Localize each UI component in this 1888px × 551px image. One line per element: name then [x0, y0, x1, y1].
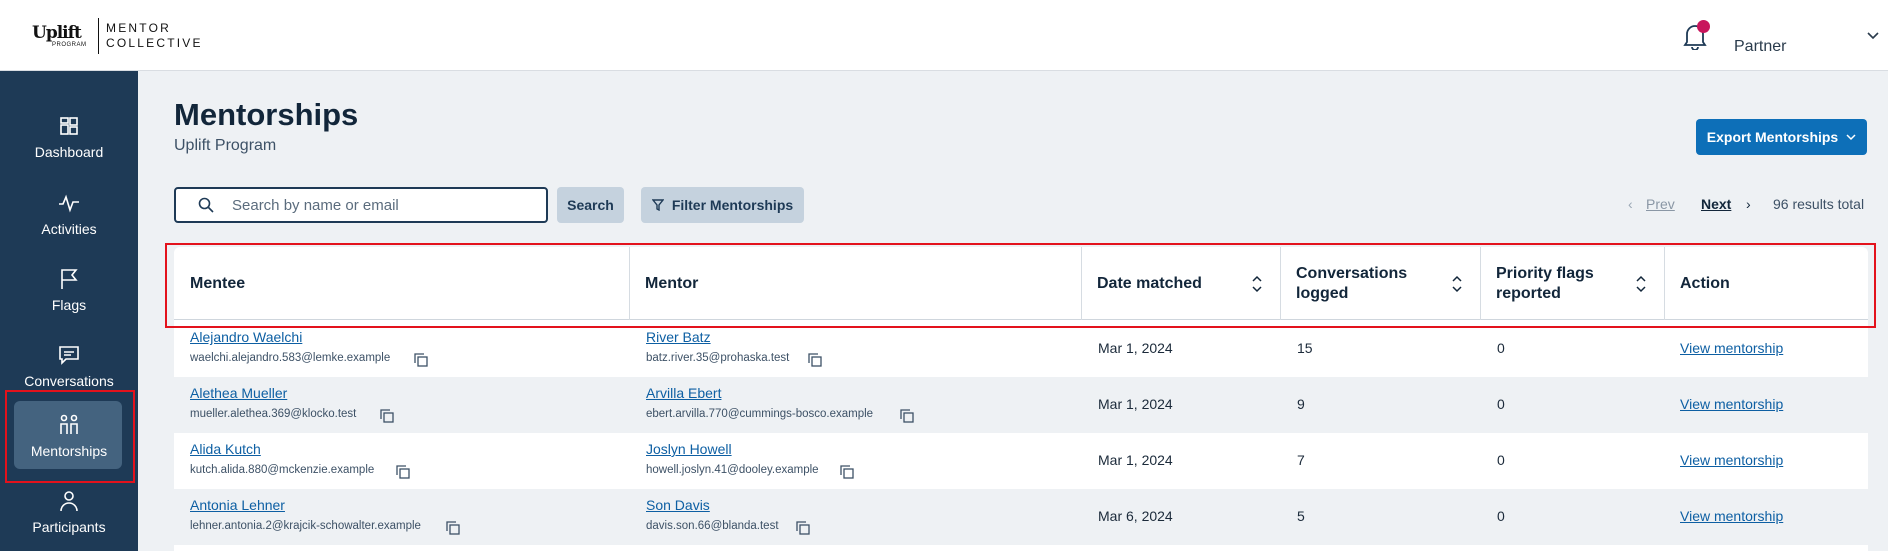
- flags-count: 0: [1497, 340, 1505, 356]
- flags-count: 0: [1497, 508, 1505, 524]
- copy-icon[interactable]: [414, 353, 428, 367]
- next-page-link[interactable]: Next: [1701, 196, 1731, 212]
- results-count: 96 results total: [1773, 196, 1865, 212]
- date-matched: Mar 1, 2024: [1098, 452, 1173, 468]
- date-matched: Mar 1, 2024: [1098, 396, 1173, 412]
- table-row: Alejandro Waelchi waelchi.alejandro.583@…: [174, 321, 1868, 377]
- copy-icon[interactable]: [808, 353, 822, 367]
- prev-page-link[interactable]: Prev: [1646, 196, 1675, 212]
- sidebar-item-label: Conversations: [24, 373, 114, 389]
- copy-icon[interactable]: [396, 465, 410, 479]
- sidebar-item-label: Activities: [41, 221, 97, 237]
- mentee-link[interactable]: Alethea Mueller: [190, 385, 287, 401]
- copy-icon[interactable]: [840, 465, 854, 479]
- mentee-link[interactable]: Alejandro Waelchi: [190, 329, 302, 345]
- copy-icon[interactable]: [380, 409, 394, 423]
- copy-icon[interactable]: [446, 521, 460, 535]
- view-mentorship-link[interactable]: View mentorship: [1680, 340, 1783, 356]
- view-mentorship-link[interactable]: View mentorship: [1680, 508, 1783, 524]
- user-menu-label[interactable]: Partner: [1734, 38, 1786, 56]
- sidebar-item-participants[interactable]: Participants: [0, 477, 138, 549]
- filter-label: Filter Mentorships: [671, 197, 794, 213]
- highlight-box-table-header: [165, 243, 1876, 328]
- page-title: Mentorships: [174, 97, 359, 132]
- table-row: Alida Kutch kutch.alida.880@mckenzie.exa…: [174, 433, 1868, 489]
- copy-icon[interactable]: [900, 409, 914, 423]
- mentee-email: kutch.alida.880@mckenzie.example: [190, 464, 375, 476]
- sidebar-item-label: Participants: [32, 519, 106, 535]
- date-matched: Mar 1, 2024: [1098, 340, 1173, 356]
- search-icon: [198, 197, 214, 213]
- mentor-collective-logo: MENTOR COLLECTIVE: [106, 21, 203, 50]
- date-matched: Mar 6, 2024: [1098, 508, 1173, 524]
- mentor-email: howell.joslyn.41@dooley.example: [646, 464, 819, 476]
- mentee-email: lehner.antonia.2@krajcik-schowalter.exam…: [190, 520, 421, 532]
- mentor-email: davis.son.66@blanda.test: [646, 520, 779, 532]
- export-mentorships-button[interactable]: Export Mentorships: [1696, 119, 1867, 155]
- mentor-link[interactable]: Son Davis: [646, 497, 710, 513]
- table-row: Alethea Mueller mueller.alethea.369@kloc…: [174, 377, 1868, 433]
- uplift-logo: Uplift PROGRAM: [32, 23, 87, 48]
- person-icon: [60, 491, 78, 512]
- mentor-link[interactable]: Joslyn Howell: [646, 441, 732, 457]
- filter-mentorships-button[interactable]: Filter Mentorships: [641, 187, 804, 223]
- notification-dot: [1697, 20, 1710, 33]
- dashboard-icon: [60, 117, 78, 135]
- mentor-link[interactable]: River Batz: [646, 329, 711, 345]
- mentor-email: ebert.arvilla.770@cummings-bosco.example: [646, 408, 874, 420]
- top-header: Uplift PROGRAM MENTOR COLLECTIVE: [0, 0, 1888, 71]
- export-label: Export Mentorships: [1706, 129, 1839, 145]
- chevron-right-icon[interactable]: ›: [1746, 196, 1751, 212]
- sidebar-item-label: Dashboard: [34, 144, 104, 160]
- mentor-email: batz.river.35@prohaska.test: [646, 352, 790, 364]
- page-subtitle: Uplift Program: [174, 137, 277, 154]
- filter-icon: [651, 199, 664, 211]
- view-mentorship-link[interactable]: View mentorship: [1680, 396, 1783, 412]
- flags-count: 0: [1497, 396, 1505, 412]
- chevron-down-icon: [1846, 134, 1856, 141]
- conversations-count: 9: [1297, 396, 1305, 412]
- brand-logo[interactable]: Uplift PROGRAM MENTOR COLLECTIVE: [32, 18, 203, 54]
- conversations-count: 15: [1297, 340, 1313, 356]
- search-button[interactable]: Search: [557, 187, 624, 223]
- search-input[interactable]: [232, 196, 532, 214]
- table-row: Antonia Lehner lehner.antonia.2@krajcik-…: [174, 489, 1868, 545]
- conversations-count: 5: [1297, 508, 1305, 524]
- logo-divider: [98, 18, 99, 54]
- sidebar-item-label: Flags: [51, 297, 87, 313]
- flags-count: 0: [1497, 452, 1505, 468]
- flag-icon: [61, 269, 78, 289]
- mentee-email: mueller.alethea.369@klocko.test: [190, 408, 357, 420]
- mentee-email: waelchi.alejandro.583@lemke.example: [190, 352, 391, 364]
- sidebar-item-activities[interactable]: Activities: [0, 179, 138, 251]
- sidebar-item-dashboard[interactable]: Dashboard: [0, 102, 138, 174]
- copy-icon[interactable]: [796, 521, 810, 535]
- activity-icon: [58, 194, 79, 213]
- highlight-box-sidebar: [5, 390, 135, 483]
- mentee-link[interactable]: Antonia Lehner: [190, 497, 285, 513]
- mentee-link[interactable]: Alida Kutch: [190, 441, 261, 457]
- view-mentorship-link[interactable]: View mentorship: [1680, 452, 1783, 468]
- chevron-left-icon[interactable]: ‹: [1628, 196, 1633, 212]
- chevron-down-icon[interactable]: [1866, 28, 1880, 42]
- chat-icon: [59, 346, 79, 365]
- sidebar-item-flags[interactable]: Flags: [0, 255, 138, 327]
- search-field[interactable]: [174, 187, 548, 223]
- mentor-link[interactable]: Arvilla Ebert: [646, 385, 721, 401]
- conversations-count: 7: [1297, 452, 1305, 468]
